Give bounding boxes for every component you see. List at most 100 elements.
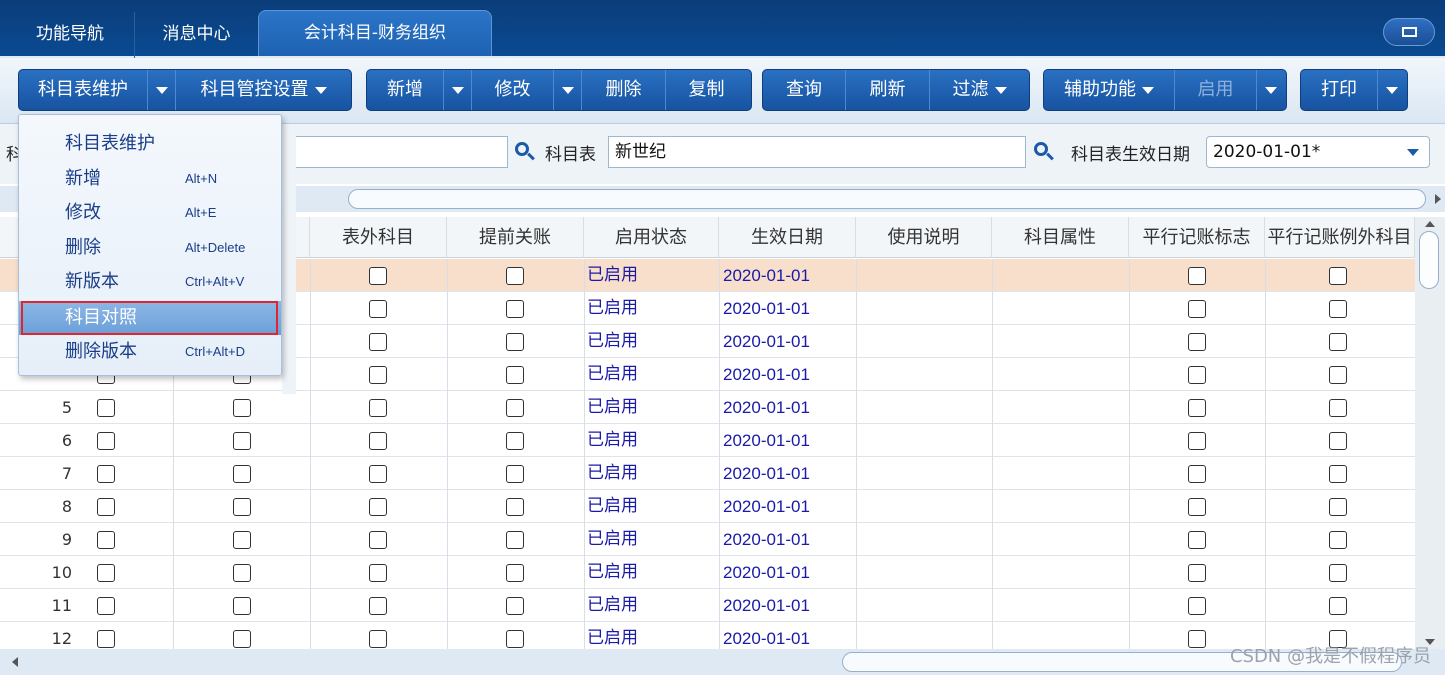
table-row[interactable]: 11 已启用 2020-01-01: [0, 589, 1415, 622]
add-dropdown[interactable]: [443, 70, 471, 110]
org-input[interactable]: [290, 136, 508, 168]
account-table-maint-dropdown[interactable]: [147, 70, 175, 110]
date-select-arrow[interactable]: [1399, 136, 1429, 168]
table-row[interactable]: 7 已启用 2020-01-01: [0, 457, 1415, 490]
checkbox[interactable]: [1188, 399, 1206, 417]
enable-button[interactable]: 启用: [1174, 70, 1256, 110]
checkbox[interactable]: [97, 465, 115, 483]
menu-item-add[interactable]: 新增 Alt+N: [19, 162, 281, 196]
checkbox[interactable]: [1188, 366, 1206, 384]
aux-function-button[interactable]: 辅助功能: [1044, 70, 1174, 110]
print-dropdown[interactable]: [1377, 70, 1405, 110]
scroll-up-icon[interactable]: [1425, 221, 1435, 227]
checkbox[interactable]: [1329, 465, 1347, 483]
checkbox[interactable]: [506, 333, 524, 351]
checkbox[interactable]: [506, 564, 524, 582]
checkbox[interactable]: [506, 366, 524, 384]
checkbox[interactable]: [233, 498, 251, 516]
table-row[interactable]: 10 已启用 2020-01-01: [0, 556, 1415, 589]
checkbox[interactable]: [369, 267, 387, 285]
search-icon[interactable]: [512, 140, 536, 164]
checkbox[interactable]: [506, 498, 524, 516]
menu-item-delete-version[interactable]: 删除版本 Ctrl+Alt+D: [19, 335, 281, 369]
checkbox[interactable]: [233, 465, 251, 483]
checkbox[interactable]: [369, 498, 387, 516]
bottom-scrollbar[interactable]: [0, 649, 1445, 675]
print-button[interactable]: 打印: [1301, 70, 1377, 110]
vertical-scrollbar[interactable]: [1415, 217, 1445, 649]
checkbox[interactable]: [1188, 498, 1206, 516]
checkbox[interactable]: [233, 432, 251, 450]
checkbox[interactable]: [506, 432, 524, 450]
table-row[interactable]: 8 已启用 2020-01-01: [0, 490, 1415, 523]
column-header[interactable]: 表外科目: [310, 217, 447, 258]
refresh-button[interactable]: 刷新: [845, 70, 929, 110]
checkbox[interactable]: [506, 465, 524, 483]
checkbox[interactable]: [1188, 630, 1206, 648]
tab-message-center[interactable]: 消息中心: [134, 12, 258, 58]
checkbox[interactable]: [369, 465, 387, 483]
checkbox[interactable]: [233, 630, 251, 648]
checkbox[interactable]: [1188, 267, 1206, 285]
checkbox[interactable]: [369, 630, 387, 648]
table-row[interactable]: 9 已启用 2020-01-01: [0, 523, 1415, 556]
restore-window-button[interactable]: [1383, 18, 1435, 46]
table-row[interactable]: 6 已启用 2020-01-01: [0, 424, 1415, 457]
checkbox[interactable]: [369, 432, 387, 450]
checkbox[interactable]: [1329, 300, 1347, 318]
checkbox[interactable]: [506, 597, 524, 615]
checkbox[interactable]: [506, 300, 524, 318]
tab-account-subject[interactable]: 会计科目-财务组织: [258, 10, 492, 56]
checkbox[interactable]: [506, 630, 524, 648]
checkbox[interactable]: [233, 399, 251, 417]
checkbox[interactable]: [369, 399, 387, 417]
checkbox[interactable]: [233, 564, 251, 582]
checkbox[interactable]: [1329, 366, 1347, 384]
checkbox[interactable]: [1188, 564, 1206, 582]
table-row[interactable]: 5 已启用 2020-01-01: [0, 391, 1415, 424]
checkbox[interactable]: [1329, 564, 1347, 582]
menu-item-modify[interactable]: 修改 Alt+E: [19, 196, 281, 230]
checkbox[interactable]: [369, 531, 387, 549]
modify-dropdown[interactable]: [553, 70, 581, 110]
scroll-thumb[interactable]: [1419, 231, 1439, 289]
checkbox[interactable]: [233, 531, 251, 549]
tab-function-nav[interactable]: 功能导航: [8, 12, 132, 58]
checkbox[interactable]: [97, 597, 115, 615]
checkbox[interactable]: [506, 267, 524, 285]
column-header[interactable]: 平行记账标志: [1129, 217, 1265, 258]
add-button[interactable]: 新增: [367, 70, 443, 110]
checkbox[interactable]: [97, 531, 115, 549]
checkbox[interactable]: [233, 597, 251, 615]
menu-item-delete[interactable]: 删除 Alt+Delete: [19, 231, 281, 265]
column-header[interactable]: 使用说明: [856, 217, 992, 258]
checkbox[interactable]: [1329, 399, 1347, 417]
checkbox[interactable]: [1188, 597, 1206, 615]
table-row[interactable]: 12 已启用 2020-01-01: [0, 622, 1415, 649]
scroll-left-icon[interactable]: [12, 657, 18, 667]
filter-button[interactable]: 过滤: [929, 70, 1029, 110]
checkbox[interactable]: [1329, 333, 1347, 351]
column-header[interactable]: 科目属性: [992, 217, 1129, 258]
copy-button[interactable]: 复制: [665, 70, 747, 110]
query-button[interactable]: 查询: [763, 70, 845, 110]
checkbox[interactable]: [97, 498, 115, 516]
column-header[interactable]: 平行记账例外科目: [1265, 217, 1415, 258]
checkbox[interactable]: [97, 399, 115, 417]
date-select[interactable]: 2020-01-01*: [1206, 136, 1430, 168]
delete-button[interactable]: 删除: [581, 70, 665, 110]
checkbox[interactable]: [1188, 300, 1206, 318]
enable-dropdown[interactable]: [1256, 70, 1284, 110]
checkbox[interactable]: [1329, 498, 1347, 516]
checkbox[interactable]: [369, 333, 387, 351]
table-input[interactable]: 新世纪: [608, 136, 1026, 168]
checkbox[interactable]: [369, 366, 387, 384]
checkbox[interactable]: [1188, 531, 1206, 549]
checkbox[interactable]: [1188, 465, 1206, 483]
checkbox[interactable]: [97, 630, 115, 648]
checkbox[interactable]: [369, 564, 387, 582]
checkbox[interactable]: [369, 300, 387, 318]
search-icon[interactable]: [1031, 140, 1055, 164]
checkbox[interactable]: [506, 399, 524, 417]
modify-button[interactable]: 修改: [471, 70, 553, 110]
